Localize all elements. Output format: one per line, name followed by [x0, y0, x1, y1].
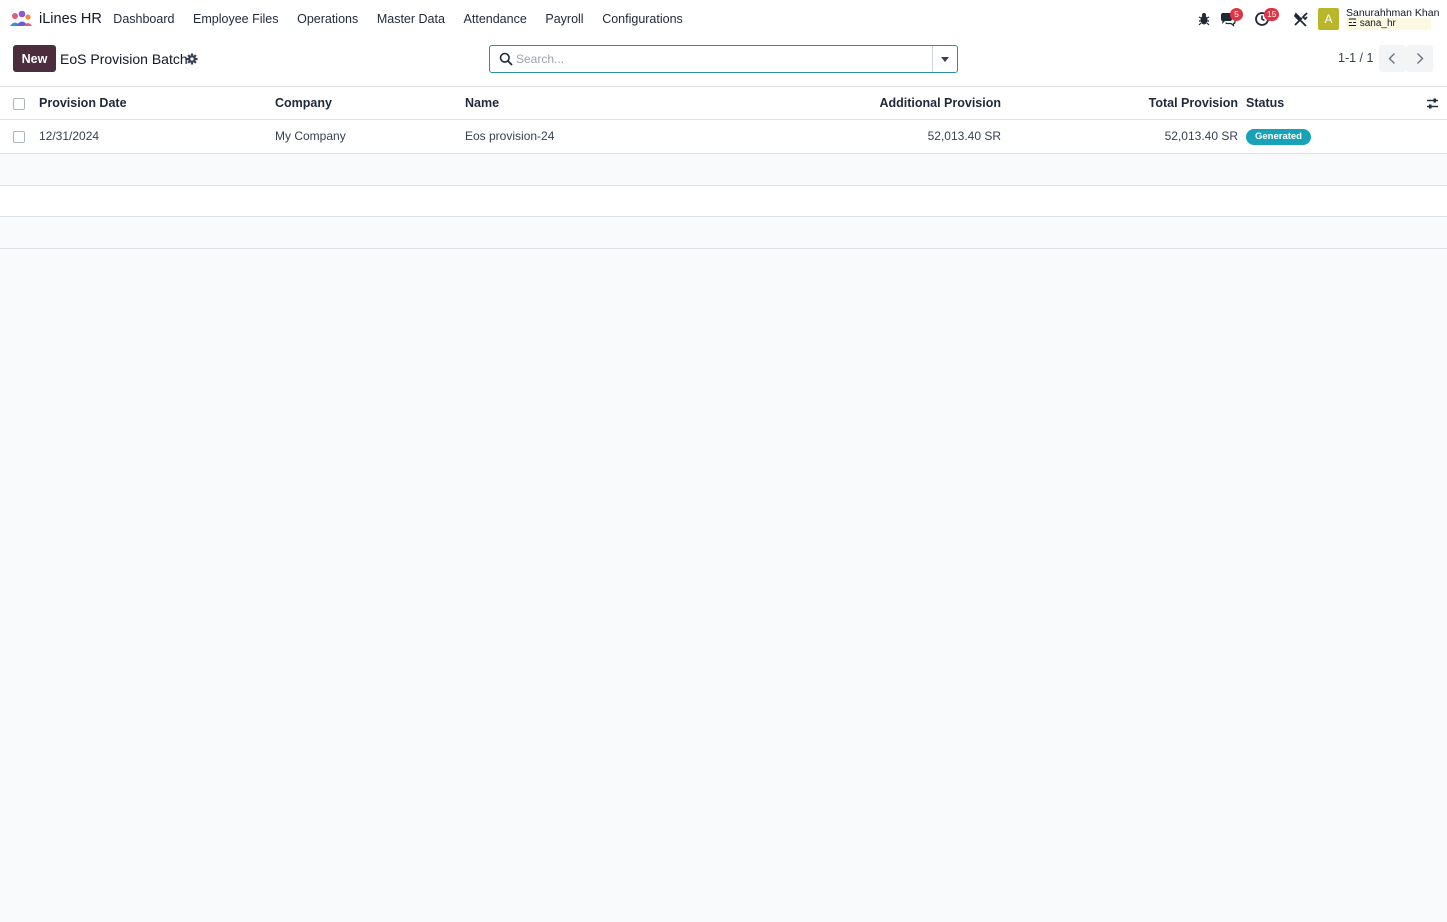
debug-bug-icon[interactable]	[1195, 10, 1213, 28]
column-header-provision-date[interactable]: Provision Date	[39, 87, 127, 120]
search-options-dropdown-toggle[interactable]	[932, 46, 957, 72]
app-name[interactable]: iLines HR	[39, 11, 102, 27]
activities-count-badge: 15	[1264, 8, 1280, 21]
cell-additional-provision: 52,013.40 SR	[927, 129, 1001, 143]
menu-item-payroll[interactable]: Payroll	[536, 0, 593, 38]
page-title: EoS Provision Batch	[60, 51, 188, 67]
menu-item-operations[interactable]: Operations	[288, 0, 368, 38]
cell-company: My Company	[275, 129, 346, 143]
empty-row	[0, 217, 1447, 250]
pager-previous-button[interactable]	[1379, 45, 1406, 72]
column-header-name[interactable]: Name	[465, 87, 499, 120]
list-header: Provision Date Company Name Additional P…	[0, 87, 1447, 120]
menu-item-employee-files[interactable]: Employee Files	[184, 0, 288, 38]
select-all-checkbox[interactable]	[13, 98, 25, 110]
optional-columns-toggle-icon[interactable]	[1426, 97, 1439, 110]
cell-name: Eos provision-24	[465, 129, 555, 143]
empty-row	[0, 154, 1447, 186]
tools-icon[interactable]	[1292, 10, 1310, 28]
menu-item-master-data[interactable]: Master Data	[368, 0, 455, 38]
cell-total-provision: 52,013.40 SR	[1164, 129, 1238, 143]
empty-row	[0, 185, 1447, 218]
database-name: ☲ sana_hr	[1345, 18, 1431, 30]
main-menu: Dashboard Employee Files Operations Mast…	[104, 0, 692, 38]
status-badge: Generated	[1246, 128, 1311, 145]
chevron-left-icon	[1388, 53, 1395, 64]
cell-status: Generated	[1246, 120, 1311, 153]
menu-item-dashboard[interactable]: Dashboard	[104, 0, 184, 38]
search-icon	[499, 52, 513, 66]
messages-count-badge: 5	[1230, 8, 1243, 21]
chevron-right-icon	[1417, 53, 1424, 64]
column-header-company[interactable]: Company	[275, 87, 332, 120]
pager-value[interactable]: 1-1 / 1	[1338, 51, 1373, 65]
table-row[interactable]: 12/31/2024 My Company Eos provision-24 5…	[0, 120, 1447, 154]
search-input[interactable]	[516, 48, 930, 70]
menu-item-attendance[interactable]: Attendance	[454, 0, 536, 38]
control-panel: New EoS Provision Batch 1-1 / 1	[0, 38, 1447, 87]
gear-icon[interactable]	[186, 53, 198, 65]
row-checkbox[interactable]	[13, 131, 25, 143]
search-bar	[489, 45, 958, 73]
user-avatar[interactable]: A	[1318, 8, 1339, 30]
column-header-additional-provision[interactable]: Additional Provision	[800, 87, 1001, 120]
column-header-total-provision[interactable]: Total Provision	[1040, 87, 1238, 120]
cell-provision-date: 12/31/2024	[39, 129, 100, 143]
top-navbar: iLines HR Dashboard Employee Files Opera…	[0, 0, 1447, 38]
database-icon: ☲	[1348, 18, 1357, 29]
app-logo-icon[interactable]	[9, 10, 33, 28]
database-label: sana_hr	[1359, 18, 1396, 29]
pager-next-button[interactable]	[1406, 45, 1433, 72]
menu-item-configurations[interactable]: Configurations	[593, 0, 692, 38]
new-button[interactable]: New	[13, 45, 56, 72]
list-view: Provision Date Company Name Additional P…	[0, 87, 1447, 250]
column-header-status[interactable]: Status	[1246, 87, 1284, 120]
